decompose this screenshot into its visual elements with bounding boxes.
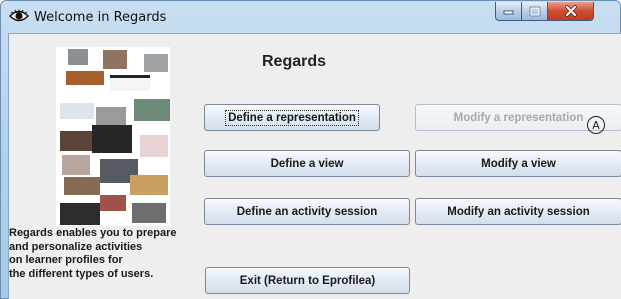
close-icon [564,5,577,17]
minimize-button[interactable] [495,2,522,21]
eye-photo [60,203,100,225]
eye-photo [130,175,168,195]
exit-button[interactable]: Exit (Return to Eprofilea) [205,267,410,294]
eye-photo [60,103,94,119]
modify-activity-session-button[interactable]: Modify an activity session [415,198,621,225]
eye-photo [110,75,150,91]
eye-photo [134,99,170,121]
client-area: Regards enables you to prepare and perso… [8,33,621,299]
maximize-icon [529,6,540,16]
modify-view-button[interactable]: Modify a view [415,150,621,177]
define-activity-session-button[interactable]: Define an activity session [204,198,410,225]
app-window: Welcome in Regards Regards enables you t… [0,0,621,299]
page-title: Regards [262,53,327,70]
description-line: and personalize activities [9,240,143,253]
minimize-icon [503,10,514,15]
title-bar[interactable]: Welcome in Regards [1,1,620,33]
eye-photo [132,203,166,223]
eye-photo [103,50,127,69]
button-label: Modify a representation [453,111,584,124]
window-title: Welcome in Regards [34,10,167,25]
eye-photo [100,195,126,211]
eye-photo [64,177,100,195]
define-view-button[interactable]: Define a view [204,150,410,177]
eye-photo [68,49,88,65]
maximize-button[interactable] [522,2,548,21]
description-text: Regards enables you to prepare and perso… [9,227,209,281]
button-label: Modify a view [481,157,556,170]
description-line: the different types of users. [9,267,154,280]
eye-photo [66,71,104,85]
eye-icon [9,9,29,22]
eye-photo [144,54,168,72]
button-label: Define a representation [225,109,359,126]
eye-photo [140,135,168,157]
button-label: Define an activity session [236,205,378,218]
close-button[interactable] [548,2,594,21]
annotation-marker-icon: A [587,116,605,134]
eye-photo [92,125,132,153]
define-representation-button[interactable]: Define a representation [204,104,380,131]
eye-photo [96,107,126,127]
eyes-collage-image [56,47,170,226]
description-line: on learner profiles for [9,254,123,266]
button-label: Define a view [270,157,344,170]
annotation-marker-label: A [592,118,600,132]
button-label: Exit (Return to Eprofilea) [239,274,376,287]
eye-photo [60,131,96,151]
button-label: Modify an activity session [447,205,590,218]
eye-photo [62,155,90,175]
description-line: Regards enables you to prepare [9,227,177,239]
